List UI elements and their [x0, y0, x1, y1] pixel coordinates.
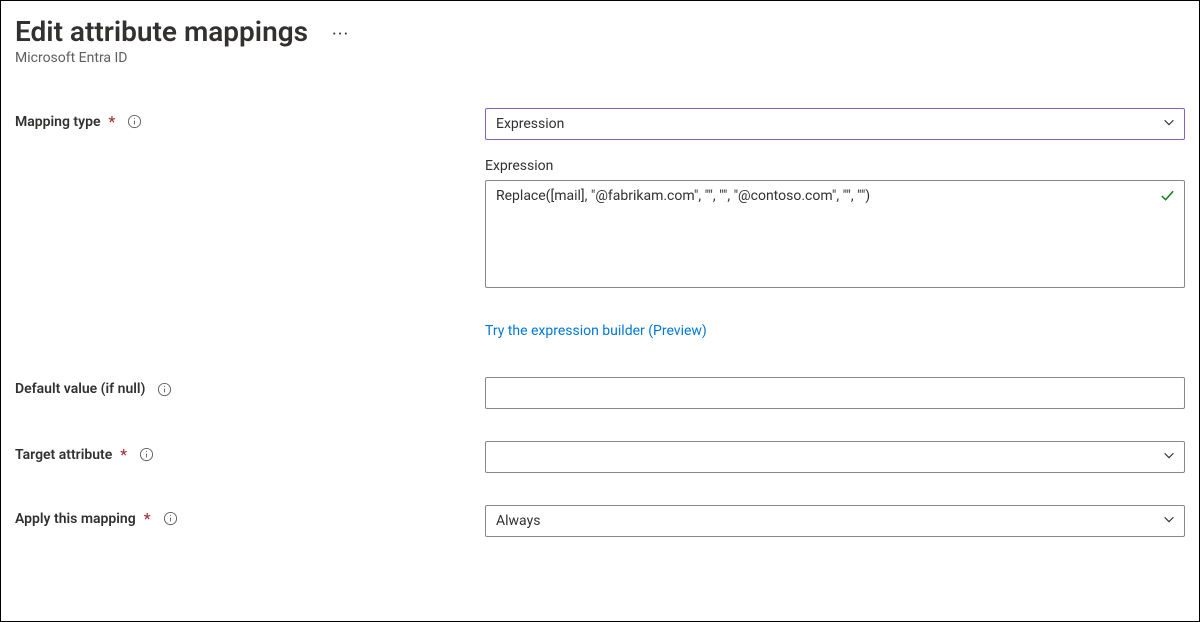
- expression-builder-link[interactable]: Try the expression builder (Preview): [485, 323, 707, 339]
- default-value-input[interactable]: [485, 377, 1185, 409]
- chevron-down-icon: [1162, 448, 1176, 466]
- info-icon[interactable]: [163, 511, 178, 526]
- default-value-label: Default value (if null): [15, 381, 145, 397]
- info-icon[interactable]: [127, 114, 142, 129]
- required-marker: *: [144, 509, 151, 528]
- mapping-type-label: Mapping type: [15, 114, 100, 130]
- chevron-down-icon: [1162, 115, 1176, 133]
- info-icon[interactable]: [139, 447, 154, 462]
- apply-mapping-select[interactable]: Always: [485, 505, 1185, 537]
- expression-label: Expression: [485, 158, 1185, 174]
- mapping-type-select[interactable]: Expression: [485, 108, 1185, 140]
- mapping-type-value: Expression: [496, 116, 564, 132]
- target-attribute-select[interactable]: [485, 441, 1185, 473]
- target-attribute-label: Target attribute: [15, 447, 112, 463]
- more-actions-icon[interactable]: ···: [332, 18, 349, 45]
- info-icon[interactable]: [157, 382, 172, 397]
- chevron-down-icon: [1162, 512, 1176, 530]
- page-title: Edit attribute mappings: [15, 15, 308, 48]
- checkmark-icon: [1160, 188, 1175, 207]
- page-subtitle: Microsoft Entra ID: [15, 50, 1185, 66]
- required-marker: *: [108, 112, 115, 131]
- apply-mapping-label: Apply this mapping: [15, 511, 136, 527]
- required-marker: *: [120, 445, 127, 464]
- apply-mapping-value: Always: [496, 513, 540, 529]
- expression-input[interactable]: [485, 180, 1185, 288]
